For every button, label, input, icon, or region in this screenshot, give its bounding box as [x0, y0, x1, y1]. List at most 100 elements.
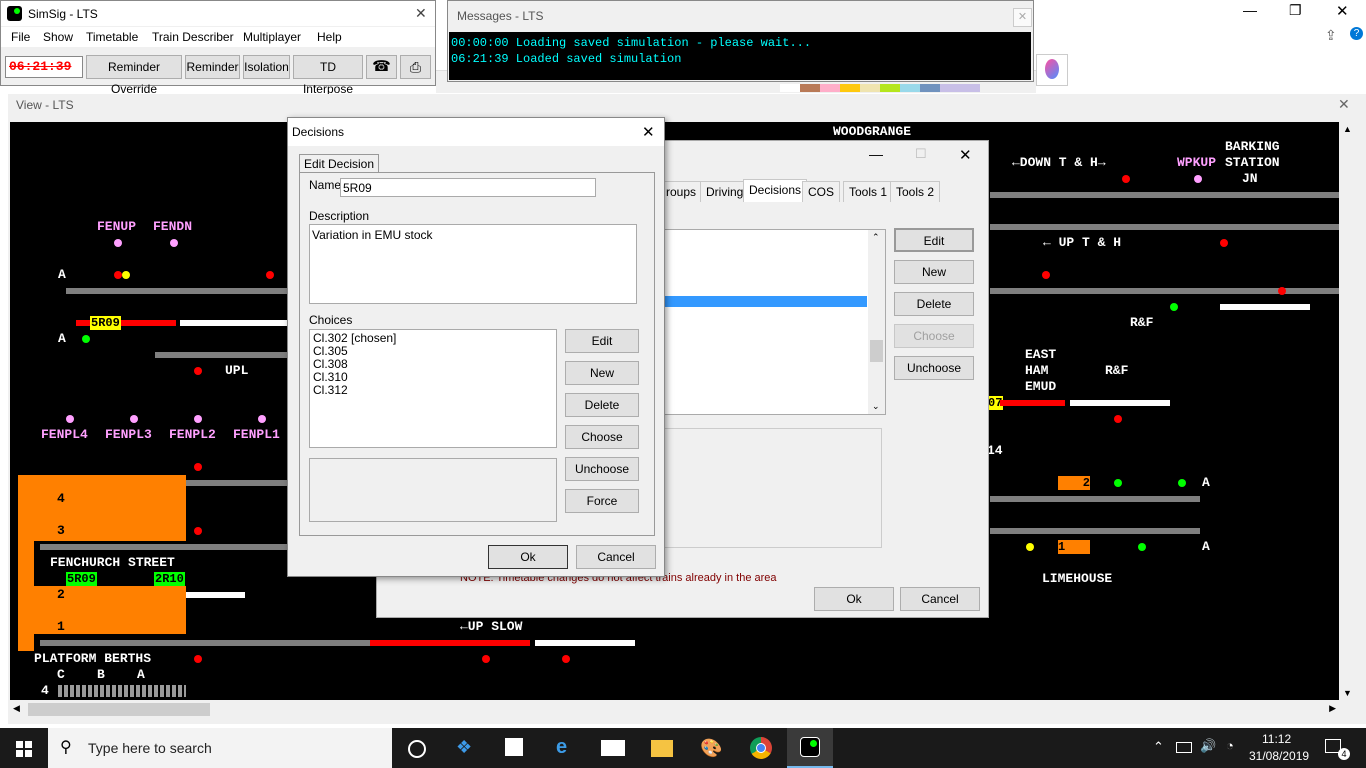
dropbox-icon[interactable]: ❖ [456, 737, 472, 758]
signal-red[interactable] [194, 655, 202, 663]
color-swatches[interactable] [780, 84, 980, 92]
signal-green[interactable] [1138, 543, 1146, 551]
menu-file[interactable]: File [11, 30, 30, 44]
mail-icon[interactable] [601, 740, 625, 756]
network-icon[interactable]: ◔ [1226, 738, 1234, 753]
choice-item[interactable]: Cl.305 [313, 345, 556, 358]
signal-red[interactable] [1114, 415, 1122, 423]
reminder-button[interactable]: Reminder [185, 55, 240, 79]
decisions-list-selected-row[interactable] [661, 296, 867, 307]
printer-button[interactable]: ⎙ [400, 55, 431, 79]
messages-log[interactable]: 00:00:00 Loading saved simulation - plea… [449, 32, 1031, 80]
track-upl[interactable] [155, 352, 290, 358]
choice-force-button[interactable]: Force [565, 489, 639, 513]
volume-icon[interactable]: 🔊 [1200, 738, 1216, 754]
menu-multiplayer[interactable]: Multiplayer [243, 30, 301, 44]
isolation-button[interactable]: Isolation [243, 55, 290, 79]
track-plat3[interactable] [40, 544, 290, 550]
track-right-1[interactable] [990, 192, 1339, 198]
signal-green[interactable] [1170, 303, 1178, 311]
berth-2[interactable]: 2 [1058, 476, 1090, 490]
signal-green[interactable] [1114, 479, 1122, 487]
edit-decision-tab[interactable]: Edit Decision [299, 154, 380, 173]
choice-item[interactable]: Cl.312 [313, 384, 556, 397]
tab-decisions[interactable]: Decisions [743, 179, 808, 202]
tt-unchoose-button[interactable]: Unchoose [894, 356, 974, 380]
track-up-slow-grey[interactable] [260, 640, 370, 646]
tab-tools1[interactable]: Tools 1 [843, 181, 894, 202]
signal-green[interactable] [1178, 479, 1186, 487]
menu-train-describer[interactable]: Train Describer [152, 30, 234, 44]
signal-red[interactable] [194, 463, 202, 471]
signal-red[interactable] [482, 655, 490, 663]
help-icon[interactable]: ? [1350, 27, 1363, 40]
tt-minimize-icon[interactable]: — [869, 146, 883, 162]
name-field[interactable]: 5R09 [340, 178, 596, 197]
signal-red[interactable] [114, 271, 122, 279]
search-box[interactable]: ⚲ Type here to search [48, 728, 392, 768]
signal-red[interactable] [1122, 175, 1130, 183]
indicator-fenpl3[interactable] [130, 415, 138, 423]
signal-blue[interactable] [266, 271, 274, 279]
signal-red[interactable] [1278, 287, 1286, 295]
signal-red[interactable] [194, 527, 202, 535]
td-interpose-button[interactable]: TD Interpose [293, 55, 363, 96]
indicator-fenpl2[interactable] [194, 415, 202, 423]
decisions-cancel-button[interactable]: Cancel [576, 545, 656, 569]
tab-groups[interactable]: roups [660, 181, 703, 202]
track-right-2[interactable] [990, 224, 1339, 230]
indicator-fenpl4[interactable] [66, 415, 74, 423]
tab-driving[interactable]: Driving [700, 181, 750, 202]
tt-close-icon[interactable]: ✕ [959, 146, 972, 164]
minimize-icon[interactable]: — [1243, 2, 1257, 18]
signal-red[interactable] [1042, 271, 1050, 279]
edge-icon[interactable]: e [556, 736, 567, 759]
track-fen-up-1[interactable] [66, 288, 291, 294]
choice-detail-box[interactable] [309, 458, 557, 522]
tt-edit-button[interactable]: Edit [894, 228, 974, 252]
decisions-ok-button[interactable]: Ok [488, 545, 568, 569]
choice-item[interactable]: Cl.308 [313, 358, 556, 371]
view-close-icon[interactable]: ✕ [1338, 96, 1350, 113]
start-button[interactable] [0, 728, 48, 768]
menu-show[interactable]: Show [43, 30, 73, 44]
indicator-fenpl1[interactable] [258, 415, 266, 423]
track-plat1[interactable] [40, 640, 290, 646]
track-route-white-1[interactable] [180, 320, 290, 326]
track-right-4[interactable] [990, 496, 1200, 502]
vertical-scrollbar[interactable]: ▲ ▼ [1339, 122, 1356, 700]
paint-icon[interactable]: 🎨 [700, 738, 722, 759]
horizontal-scrollbar[interactable]: ◀ ▶ [10, 701, 1339, 718]
choice-delete-button[interactable]: Delete [565, 393, 639, 417]
tab-tools2[interactable]: Tools 2 [890, 181, 941, 202]
signal-red[interactable] [562, 655, 570, 663]
menu-timetable[interactable]: Timetable [86, 30, 138, 44]
indicator-wpkup[interactable] [1194, 175, 1202, 183]
decisions-list-scrollbar[interactable]: ⌃ ⌄ [868, 230, 885, 414]
messages-close-button[interactable]: ✕ [1013, 8, 1032, 27]
simsig-close-icon[interactable]: ✕ [415, 5, 427, 22]
track-plat2[interactable] [185, 592, 245, 598]
clock-time[interactable]: 11:12 [1262, 732, 1291, 746]
decisions-list[interactable]: ⌃ ⌄ [660, 229, 886, 415]
signal-red[interactable] [194, 367, 202, 375]
track-right-red[interactable] [1000, 400, 1065, 406]
indicator-fendn[interactable] [170, 239, 178, 247]
signal-yellow[interactable] [122, 271, 130, 279]
berth-5r09-top[interactable]: 5R09 [90, 316, 121, 330]
share-icon[interactable]: ⇪ [1325, 27, 1337, 44]
clock-display[interactable]: 06:21:39 [5, 56, 83, 78]
close-icon[interactable]: ✕ [1336, 2, 1349, 20]
choices-list[interactable]: Cl.302 [chosen] Cl.305 Cl.308 Cl.310 Cl.… [309, 329, 557, 448]
chevron-up-icon[interactable]: ⌃ [1153, 739, 1164, 755]
tt-maximize-icon[interactable]: ☐ [915, 146, 927, 162]
task-view-icon[interactable] [408, 740, 426, 758]
tt-cancel-button[interactable]: Cancel [900, 587, 980, 611]
chrome-icon[interactable] [750, 737, 772, 759]
berth-1[interactable]: 1 [1058, 540, 1090, 554]
battery-icon[interactable] [1176, 742, 1192, 753]
track-right-3[interactable] [990, 288, 1339, 294]
telephone-button[interactable]: ☎ [366, 55, 397, 79]
track-up-slow-white[interactable] [535, 640, 635, 646]
decisions-close-icon[interactable]: ✕ [642, 123, 655, 141]
